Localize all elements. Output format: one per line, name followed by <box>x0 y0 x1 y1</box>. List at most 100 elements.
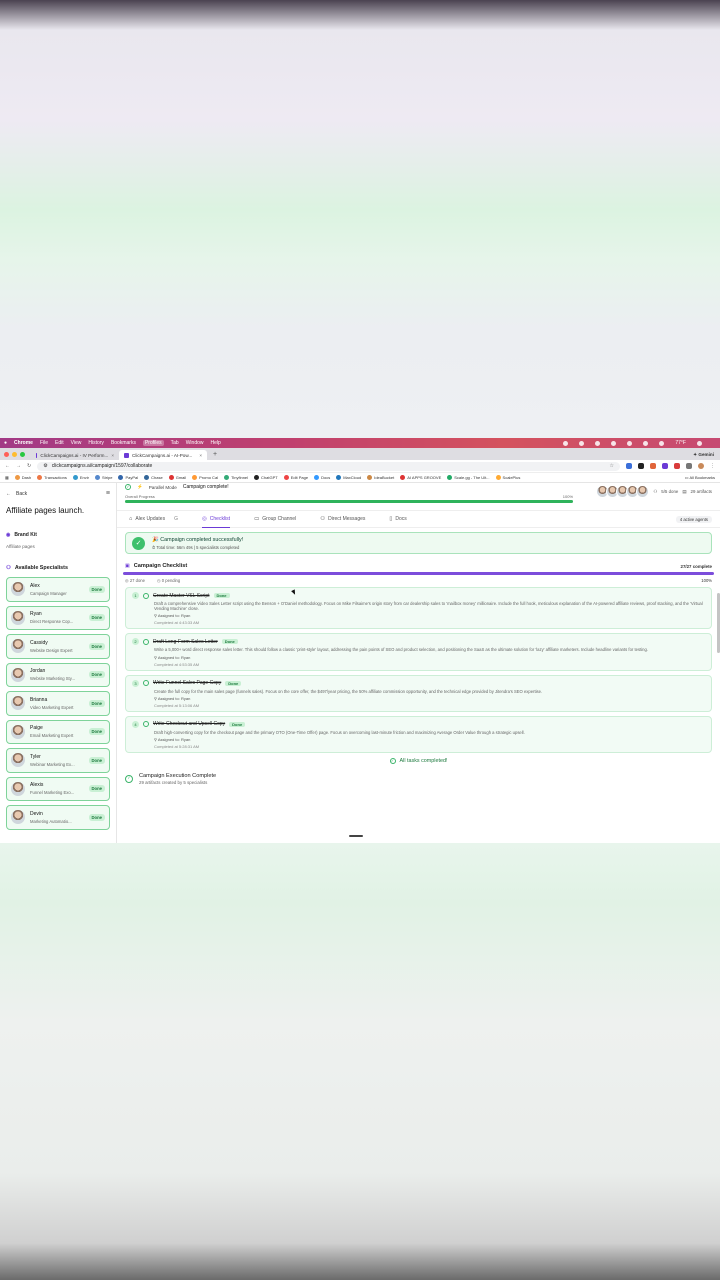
task-check-icon[interactable] <box>143 592 149 599</box>
back-button[interactable]: Back <box>16 491 27 497</box>
menu-item-history[interactable]: History <box>88 440 104 446</box>
bookmark-item[interactable]: Tinyfinnel <box>224 475 248 480</box>
extension-icon[interactable] <box>674 463 680 469</box>
apple-icon[interactable]: ● <box>4 440 7 446</box>
apps-grid-icon[interactable]: ▦ <box>5 475 9 480</box>
menu-item-profiles[interactable]: Profiles <box>142 440 164 446</box>
status-icon[interactable] <box>611 440 617 446</box>
url-field[interactable]: ⚙ clickcampaigns.ai/campaign/1597/collab… <box>37 461 620 471</box>
specialist-card-tyler[interactable]: Tyler Webinar Marketing Ex... Done <box>6 748 110 773</box>
tab-extra: G <box>174 516 178 522</box>
specialist-card-cassidy[interactable]: Cassidy Website Design Expert Done <box>6 634 110 659</box>
task-check-icon[interactable] <box>143 680 149 687</box>
specialist-card-jordan[interactable]: Jordan Website Marketing Sty... Done <box>6 662 110 687</box>
status-icon[interactable] <box>643 440 649 446</box>
extensions-puzzle-icon[interactable] <box>686 463 692 469</box>
specialist-card-ryan[interactable]: Ryan Direct Response Cop... Done <box>6 605 110 630</box>
forward-arrow-icon[interactable]: → <box>16 463 21 469</box>
extension-icon[interactable] <box>662 463 668 469</box>
hamburger-menu-icon[interactable]: ≡ <box>106 490 110 497</box>
reload-icon[interactable]: ↻ <box>27 463 31 469</box>
bookmark-item[interactable]: Transactions <box>37 475 67 480</box>
menu-item-bookmarks[interactable]: Bookmarks <box>111 440 136 446</box>
menu-item-tab[interactable]: Tab <box>171 440 179 446</box>
task-card[interactable]: 4 Write Checkout and Upsell Copy Done Draft… <box>125 715 712 754</box>
menu-item-window[interactable]: Window <box>186 440 204 446</box>
brand-kit-header[interactable]: ◉ Brand Kit <box>6 532 110 538</box>
specialist-card-brianna[interactable]: Brianna Video Marketing Expert Done <box>6 691 110 716</box>
browser-tab[interactable]: ClickCampaigns.ai - IV Perform... × <box>31 450 119 460</box>
bookmark-item[interactable]: ScalePlus <box>495 475 520 480</box>
execution-summary: ✓ Campaign Execution Complete 29 artifac… <box>125 773 712 785</box>
close-window-button[interactable] <box>4 451 9 457</box>
menu-item-view[interactable]: View <box>71 440 82 446</box>
menu-item-chrome[interactable]: Chrome <box>14 440 33 446</box>
avatar-stack[interactable] <box>596 485 650 498</box>
task-card[interactable]: 3 Write Funnel Sales Page Copy Done Create … <box>125 674 712 712</box>
extension-icon[interactable] <box>626 463 632 469</box>
profile-avatar[interactable] <box>698 463 704 469</box>
tab-checklist[interactable]: ◎ Checklist <box>201 511 231 528</box>
control-center-icon[interactable] <box>697 440 702 446</box>
task-card[interactable]: 2 Draft Long-Form Sales Letter Done Write a… <box>125 633 712 671</box>
new-tab-icon[interactable]: + <box>213 450 217 460</box>
menu-item-file[interactable]: File <box>40 440 48 446</box>
bookmark-item[interactable]: MaxCloud <box>336 475 361 480</box>
bookmark-item[interactable]: Scale.gg - The Ult... <box>447 475 490 480</box>
tab-label: Direct Messages <box>328 516 366 522</box>
bookmark-item[interactable]: Promo Cal <box>192 475 218 480</box>
bookmark-item[interactable]: Dash <box>14 475 31 480</box>
scroll-handle[interactable] <box>349 835 363 837</box>
close-tab-icon[interactable]: × <box>199 453 202 458</box>
avatar <box>636 485 650 498</box>
specialist-name: Devin <box>30 810 43 817</box>
specialist-card-alexis[interactable]: Alexis Funnel Marketing Exo... Done <box>6 776 110 801</box>
tab-direct-messages[interactable]: ⚇ Direct Messages <box>320 511 365 528</box>
bookmark-star-icon[interactable]: ☆ <box>610 463 614 469</box>
menu-item-edit[interactable]: Edit <box>55 440 64 446</box>
favicon-icon <box>124 452 129 458</box>
bookmark-item[interactable]: Chase <box>144 475 163 480</box>
bookmark-item[interactable]: AI APPS GROOVE <box>400 475 441 480</box>
bookmark-item[interactable]: Edit Page <box>283 475 308 480</box>
browser-tab-active[interactable]: ClickCampaigns.ai - AI-Pow... × <box>119 450 207 460</box>
site-info-icon[interactable]: ⚙ <box>43 463 47 469</box>
all-bookmarks[interactable]: ▭ All Bookmarks <box>685 475 715 480</box>
more-menu-icon[interactable]: ⋮ <box>710 463 715 469</box>
wifi-icon[interactable] <box>659 440 665 446</box>
status-icon[interactable] <box>627 440 633 446</box>
tab-group-channel[interactable]: ▭ Group Channel <box>254 511 296 528</box>
specialist-text: Devin Marketing Automatio... <box>30 811 84 824</box>
status-icon[interactable] <box>563 440 569 446</box>
task-check-icon[interactable] <box>143 721 149 728</box>
bookmark-item[interactable]: Envir <box>72 475 89 480</box>
minimize-window-button[interactable] <box>12 451 17 457</box>
bookmark-item[interactable]: Stripe <box>95 475 112 480</box>
tab-docs[interactable]: ▯ Docs <box>389 511 406 528</box>
artifact-count: 29 artifacts <box>690 489 712 494</box>
bookmark-item[interactable]: IdeaBucket <box>367 475 394 480</box>
bookmark-item[interactable]: Docs <box>314 475 330 480</box>
extension-icon[interactable] <box>638 463 644 469</box>
bookmark-label: Stripe <box>102 475 113 480</box>
status-icon[interactable] <box>579 440 585 446</box>
bookmark-item[interactable]: ChatGPT <box>254 475 278 480</box>
checklist-title: Campaign Checklist <box>133 563 188 569</box>
task-card[interactable]: 1 Create Master VSL Script Done Draft a com… <box>125 587 712 630</box>
specialist-card-devin[interactable]: Devin Marketing Automatio... Done <box>6 805 110 830</box>
extension-icon[interactable] <box>650 463 656 469</box>
specialist-card-paige[interactable]: Paige Email Marketing Expert Done <box>6 719 110 744</box>
zoom-window-button[interactable] <box>20 451 25 457</box>
menu-item-help[interactable]: Help <box>211 440 221 446</box>
tab-alex-updates[interactable]: ⌂ Alex Updates G <box>129 511 178 528</box>
status-icon[interactable] <box>595 440 601 446</box>
bookmark-item[interactable]: Gmail <box>168 475 186 480</box>
gemini-button[interactable]: ✦ Gemini <box>693 450 714 460</box>
bookmark-item[interactable]: PayPal <box>118 475 138 480</box>
back-arrow-icon[interactable]: ← <box>6 491 11 497</box>
close-tab-icon[interactable]: × <box>111 453 114 458</box>
back-arrow-icon[interactable]: ← <box>5 463 10 469</box>
task-assignee-label: Assigned to: Ryan <box>157 654 191 660</box>
task-check-icon[interactable] <box>143 638 149 645</box>
specialist-card-alex[interactable]: Alex Campaign Manager Done <box>6 577 110 602</box>
